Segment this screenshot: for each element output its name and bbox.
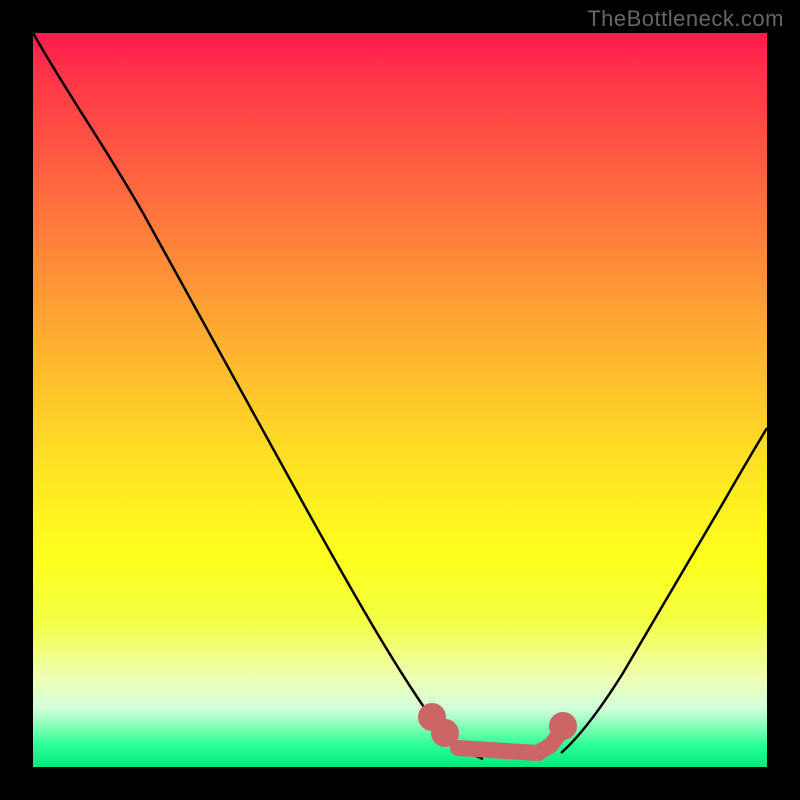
- left-curve-line: [33, 33, 483, 759]
- chart-svg: [33, 33, 767, 767]
- watermark-text: TheBottleneck.com: [587, 6, 784, 32]
- bottom-marker-group: [425, 710, 570, 753]
- chart-frame: TheBottleneck.com: [0, 0, 800, 800]
- right-curve-line: [561, 428, 767, 753]
- plot-area: [33, 33, 767, 767]
